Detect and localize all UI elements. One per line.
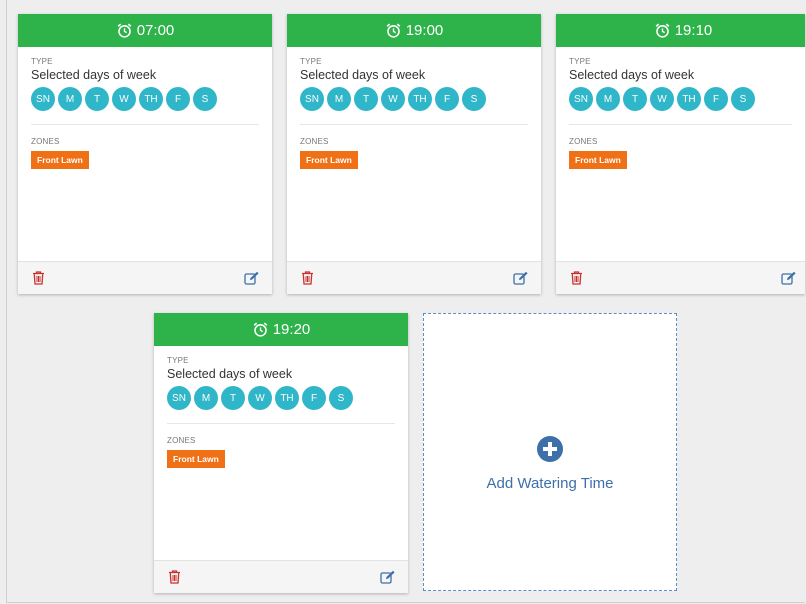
alarm-clock-icon bbox=[655, 23, 670, 38]
card-header: 19:00 bbox=[287, 14, 541, 47]
zone-badge: Front Lawn bbox=[569, 151, 627, 169]
plus-circle-icon bbox=[537, 435, 563, 462]
edit-icon[interactable] bbox=[781, 270, 797, 286]
trash-icon[interactable] bbox=[568, 270, 584, 286]
trash-icon[interactable] bbox=[166, 569, 182, 585]
zones-label: ZONES bbox=[167, 436, 196, 445]
day-wednesday[interactable]: W bbox=[112, 87, 136, 111]
day-friday[interactable]: F bbox=[704, 87, 728, 111]
schedule-card-1920: 19:20 TYPE Selected days of week SN M T … bbox=[154, 313, 408, 593]
day-list: SN M T W TH F S bbox=[569, 87, 792, 111]
schedule-card-1900: 19:00 TYPE Selected days of week SN M T … bbox=[287, 14, 541, 294]
type-label: TYPE bbox=[569, 57, 591, 66]
day-friday[interactable]: F bbox=[166, 87, 190, 111]
card-header: 07:00 bbox=[18, 14, 272, 47]
type-label: TYPE bbox=[167, 356, 189, 365]
day-saturday[interactable]: S bbox=[462, 87, 486, 111]
alarm-clock-icon bbox=[386, 23, 401, 38]
day-wednesday[interactable]: W bbox=[381, 87, 405, 111]
zones-label: ZONES bbox=[569, 137, 598, 146]
day-sunday[interactable]: SN bbox=[300, 87, 324, 111]
day-monday[interactable]: M bbox=[327, 87, 351, 111]
divider bbox=[167, 423, 395, 424]
day-list: SN M T W TH F S bbox=[167, 386, 395, 410]
type-value: Selected days of week bbox=[167, 367, 293, 381]
day-saturday[interactable]: S bbox=[731, 87, 755, 111]
day-sunday[interactable]: SN bbox=[31, 87, 55, 111]
card-footer bbox=[556, 261, 805, 294]
day-list: SN M T W TH F S bbox=[31, 87, 259, 111]
schedule-card-1910: 19:10 TYPE Selected days of week SN M T … bbox=[556, 14, 805, 294]
add-watering-time-button[interactable]: Add Watering Time bbox=[423, 313, 677, 591]
card-footer bbox=[18, 261, 272, 294]
edit-icon[interactable] bbox=[380, 569, 396, 585]
day-tuesday[interactable]: T bbox=[221, 386, 245, 410]
divider bbox=[300, 124, 528, 125]
day-tuesday[interactable]: T bbox=[623, 87, 647, 111]
alarm-clock-icon bbox=[117, 23, 132, 38]
card-footer bbox=[154, 560, 408, 593]
schedule-time: 07:00 bbox=[136, 22, 175, 39]
day-monday[interactable]: M bbox=[194, 386, 218, 410]
edit-icon[interactable] bbox=[244, 270, 260, 286]
day-tuesday[interactable]: T bbox=[354, 87, 378, 111]
divider bbox=[569, 124, 792, 125]
add-watering-time-label: Add Watering Time bbox=[486, 474, 614, 492]
type-label: TYPE bbox=[31, 57, 53, 66]
zones-label: ZONES bbox=[300, 137, 329, 146]
schedule-time: 19:10 bbox=[674, 22, 713, 39]
day-thursday[interactable]: TH bbox=[275, 386, 299, 410]
day-friday[interactable]: F bbox=[302, 386, 326, 410]
day-sunday[interactable]: SN bbox=[167, 386, 191, 410]
trash-icon[interactable] bbox=[299, 270, 315, 286]
card-footer bbox=[287, 261, 541, 294]
day-monday[interactable]: M bbox=[58, 87, 82, 111]
schedule-time: 19:00 bbox=[405, 22, 444, 39]
card-header: 19:20 bbox=[154, 313, 408, 346]
card-header: 19:10 bbox=[556, 14, 805, 47]
day-friday[interactable]: F bbox=[435, 87, 459, 111]
day-sunday[interactable]: SN bbox=[569, 87, 593, 111]
day-wednesday[interactable]: W bbox=[248, 386, 272, 410]
zone-badge: Front Lawn bbox=[167, 450, 225, 468]
day-list: SN M T W TH F S bbox=[300, 87, 528, 111]
trash-icon[interactable] bbox=[30, 270, 46, 286]
schedule-time: 19:20 bbox=[272, 321, 311, 338]
type-label: TYPE bbox=[300, 57, 322, 66]
day-thursday[interactable]: TH bbox=[408, 87, 432, 111]
edit-icon[interactable] bbox=[513, 270, 529, 286]
day-tuesday[interactable]: T bbox=[85, 87, 109, 111]
day-saturday[interactable]: S bbox=[193, 87, 217, 111]
divider bbox=[31, 124, 259, 125]
type-value: Selected days of week bbox=[31, 68, 157, 82]
alarm-clock-icon bbox=[253, 322, 268, 337]
day-saturday[interactable]: S bbox=[329, 386, 353, 410]
schedule-card-0700: 07:00 TYPE Selected days of week SN M T … bbox=[18, 14, 272, 294]
zones-label: ZONES bbox=[31, 137, 60, 146]
day-thursday[interactable]: TH bbox=[677, 87, 701, 111]
day-thursday[interactable]: TH bbox=[139, 87, 163, 111]
zone-badge: Front Lawn bbox=[31, 151, 89, 169]
day-wednesday[interactable]: W bbox=[650, 87, 674, 111]
type-value: Selected days of week bbox=[300, 68, 426, 82]
type-value: Selected days of week bbox=[569, 68, 695, 82]
day-monday[interactable]: M bbox=[596, 87, 620, 111]
zone-badge: Front Lawn bbox=[300, 151, 358, 169]
